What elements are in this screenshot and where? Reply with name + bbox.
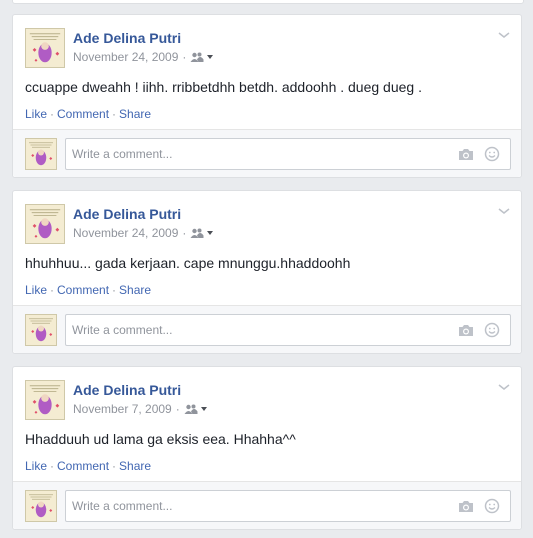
- post-text: ccuappe dweahh ! iihh. rribbetdhh betdh.…: [25, 79, 422, 95]
- author-avatar[interactable]: [25, 28, 65, 68]
- author-name[interactable]: Ade Delina Putri: [73, 30, 181, 46]
- comment-input[interactable]: [72, 315, 442, 345]
- like-button[interactable]: Like: [25, 459, 47, 473]
- post-meta: November 24, 2009 ·: [73, 50, 216, 64]
- friends-audience-icon: [184, 404, 198, 414]
- audience-selector[interactable]: [190, 228, 216, 238]
- smiley-icon[interactable]: [484, 146, 500, 162]
- post-actions: Like · Comment · Share: [25, 107, 151, 121]
- caret-down-icon: [207, 231, 214, 235]
- post-text: Hhadduuh ud lama ga eksis eea. Hhahha^^: [25, 431, 296, 447]
- audience-selector[interactable]: [190, 52, 216, 62]
- comment-composer: [13, 129, 521, 177]
- meta-separator: ·: [182, 226, 187, 240]
- comment-box: [65, 314, 511, 346]
- author-avatar[interactable]: [25, 380, 65, 420]
- like-button[interactable]: Like: [25, 107, 47, 121]
- action-separator: ·: [112, 283, 117, 297]
- chevron-down-icon[interactable]: [497, 30, 511, 40]
- comment-button[interactable]: Comment: [57, 107, 109, 121]
- previous-post-edge: [12, 0, 524, 4]
- author-name[interactable]: Ade Delina Putri: [73, 206, 181, 222]
- friends-audience-icon: [190, 228, 204, 238]
- meta-separator: ·: [175, 402, 180, 416]
- post-date[interactable]: November 24, 2009: [73, 226, 178, 240]
- post-date[interactable]: November 7, 2009: [73, 402, 172, 416]
- post-meta: November 7, 2009 ·: [73, 402, 210, 416]
- comment-button[interactable]: Comment: [57, 283, 109, 297]
- post-actions: Like · Comment · Share: [25, 283, 151, 297]
- camera-icon[interactable]: [458, 323, 474, 337]
- feed-post: Ade Delina Putri November 24, 2009 · hhu…: [12, 190, 522, 354]
- chevron-down-icon[interactable]: [497, 382, 511, 392]
- audience-selector[interactable]: [184, 404, 210, 414]
- post-meta: November 24, 2009 ·: [73, 226, 216, 240]
- share-button[interactable]: Share: [119, 283, 151, 297]
- chevron-down-icon[interactable]: [497, 206, 511, 216]
- share-button[interactable]: Share: [119, 107, 151, 121]
- action-separator: ·: [50, 107, 55, 121]
- feed-post: Ade Delina Putri November 7, 2009 · Hhad…: [12, 366, 522, 530]
- author-avatar[interactable]: [25, 204, 65, 244]
- action-separator: ·: [112, 107, 117, 121]
- action-separator: ·: [50, 459, 55, 473]
- like-button[interactable]: Like: [25, 283, 47, 297]
- caret-down-icon: [200, 407, 207, 411]
- smiley-icon[interactable]: [484, 498, 500, 514]
- commenter-avatar: [25, 314, 57, 346]
- post-date[interactable]: November 24, 2009: [73, 50, 178, 64]
- commenter-avatar: [25, 490, 57, 522]
- caret-down-icon: [207, 55, 214, 59]
- comment-input[interactable]: [72, 491, 442, 521]
- friends-audience-icon: [190, 52, 204, 62]
- commenter-avatar: [25, 138, 57, 170]
- camera-icon[interactable]: [458, 499, 474, 513]
- meta-separator: ·: [182, 50, 187, 64]
- comment-box: [65, 138, 511, 170]
- smiley-icon[interactable]: [484, 322, 500, 338]
- author-name[interactable]: Ade Delina Putri: [73, 382, 181, 398]
- comment-composer: [13, 481, 521, 529]
- action-separator: ·: [50, 283, 55, 297]
- feed-post: Ade Delina Putri November 24, 2009 · ccu…: [12, 14, 522, 178]
- share-button[interactable]: Share: [119, 459, 151, 473]
- comment-button[interactable]: Comment: [57, 459, 109, 473]
- comment-composer: [13, 305, 521, 353]
- comment-box: [65, 490, 511, 522]
- action-separator: ·: [112, 459, 117, 473]
- post-text: hhuhhuu... gada kerjaan. cape mnunggu.hh…: [25, 255, 351, 271]
- camera-icon[interactable]: [458, 147, 474, 161]
- post-actions: Like · Comment · Share: [25, 459, 151, 473]
- comment-input[interactable]: [72, 139, 442, 169]
